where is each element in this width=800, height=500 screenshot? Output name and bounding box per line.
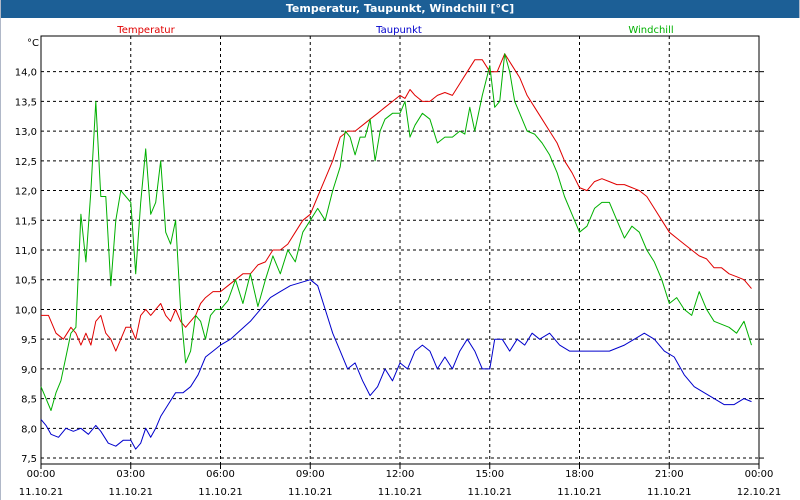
chart-window: Temperatur, Taupunkt, Windchill [°C] 7,5… (0, 0, 800, 500)
x-tick-label-date: 11.10.21 (288, 487, 333, 498)
y-tick-label: 9,5 (21, 335, 37, 346)
chart-title: Temperatur, Taupunkt, Windchill [°C] (1, 0, 799, 18)
x-tick-label-date: 11.10.21 (198, 487, 243, 498)
x-tick-label-time: 18:00 (565, 469, 594, 480)
legend-label-temperatur: Temperatur (116, 25, 175, 36)
y-tick-label: 7,5 (21, 454, 37, 465)
x-tick-label-time: 00:00 (27, 469, 56, 480)
y-tick-label: 8,5 (21, 395, 37, 406)
x-tick-label-time: 09:00 (296, 469, 325, 480)
y-tick-label: 11,0 (15, 246, 37, 257)
legend-label-windchill: Windchill (628, 25, 673, 36)
y-tick-label: 12,5 (15, 157, 37, 168)
x-tick-label-date: 11.10.21 (378, 487, 423, 498)
x-tick-label-date: 11.10.21 (19, 487, 64, 498)
y-tick-label: 10,0 (15, 305, 37, 316)
y-tick-label: 9,0 (21, 365, 37, 376)
x-tick-label-date: 12.10.21 (737, 487, 782, 498)
x-tick-label-date: 11.10.21 (557, 487, 602, 498)
x-tick-label-time: 03:00 (116, 469, 145, 480)
x-tick-label-time: 12:00 (386, 469, 415, 480)
y-tick-label: 10,5 (15, 276, 37, 287)
y-tick-label: 8,0 (21, 424, 37, 435)
y-tick-label: 14,0 (15, 68, 37, 79)
x-tick-label-date: 11.10.21 (108, 487, 153, 498)
y-tick-label: 12,0 (15, 187, 37, 198)
x-tick-label-time: 15:00 (475, 469, 504, 480)
x-tick-label-date: 11.10.21 (647, 487, 692, 498)
line-chart: 7,5 8,0 8,5 9,0 9,5 10,0 10,5 11,0 11,5 12,0 12,5 1… (1, 18, 800, 500)
x-tick-label-time: 00:00 (745, 469, 774, 480)
x-tick-label-date: 11.10.21 (467, 487, 512, 498)
y-tick-label: 13,0 (15, 127, 37, 138)
legend-label-taupunkt: Taupunkt (375, 25, 422, 36)
y-tick-label: 11,5 (15, 216, 37, 227)
y-tick-label: 13,5 (15, 97, 37, 108)
x-tick-label-time: 06:00 (206, 469, 235, 480)
x-tick-label-time: 21:00 (655, 469, 684, 480)
y-axis-label: °C (27, 38, 39, 49)
